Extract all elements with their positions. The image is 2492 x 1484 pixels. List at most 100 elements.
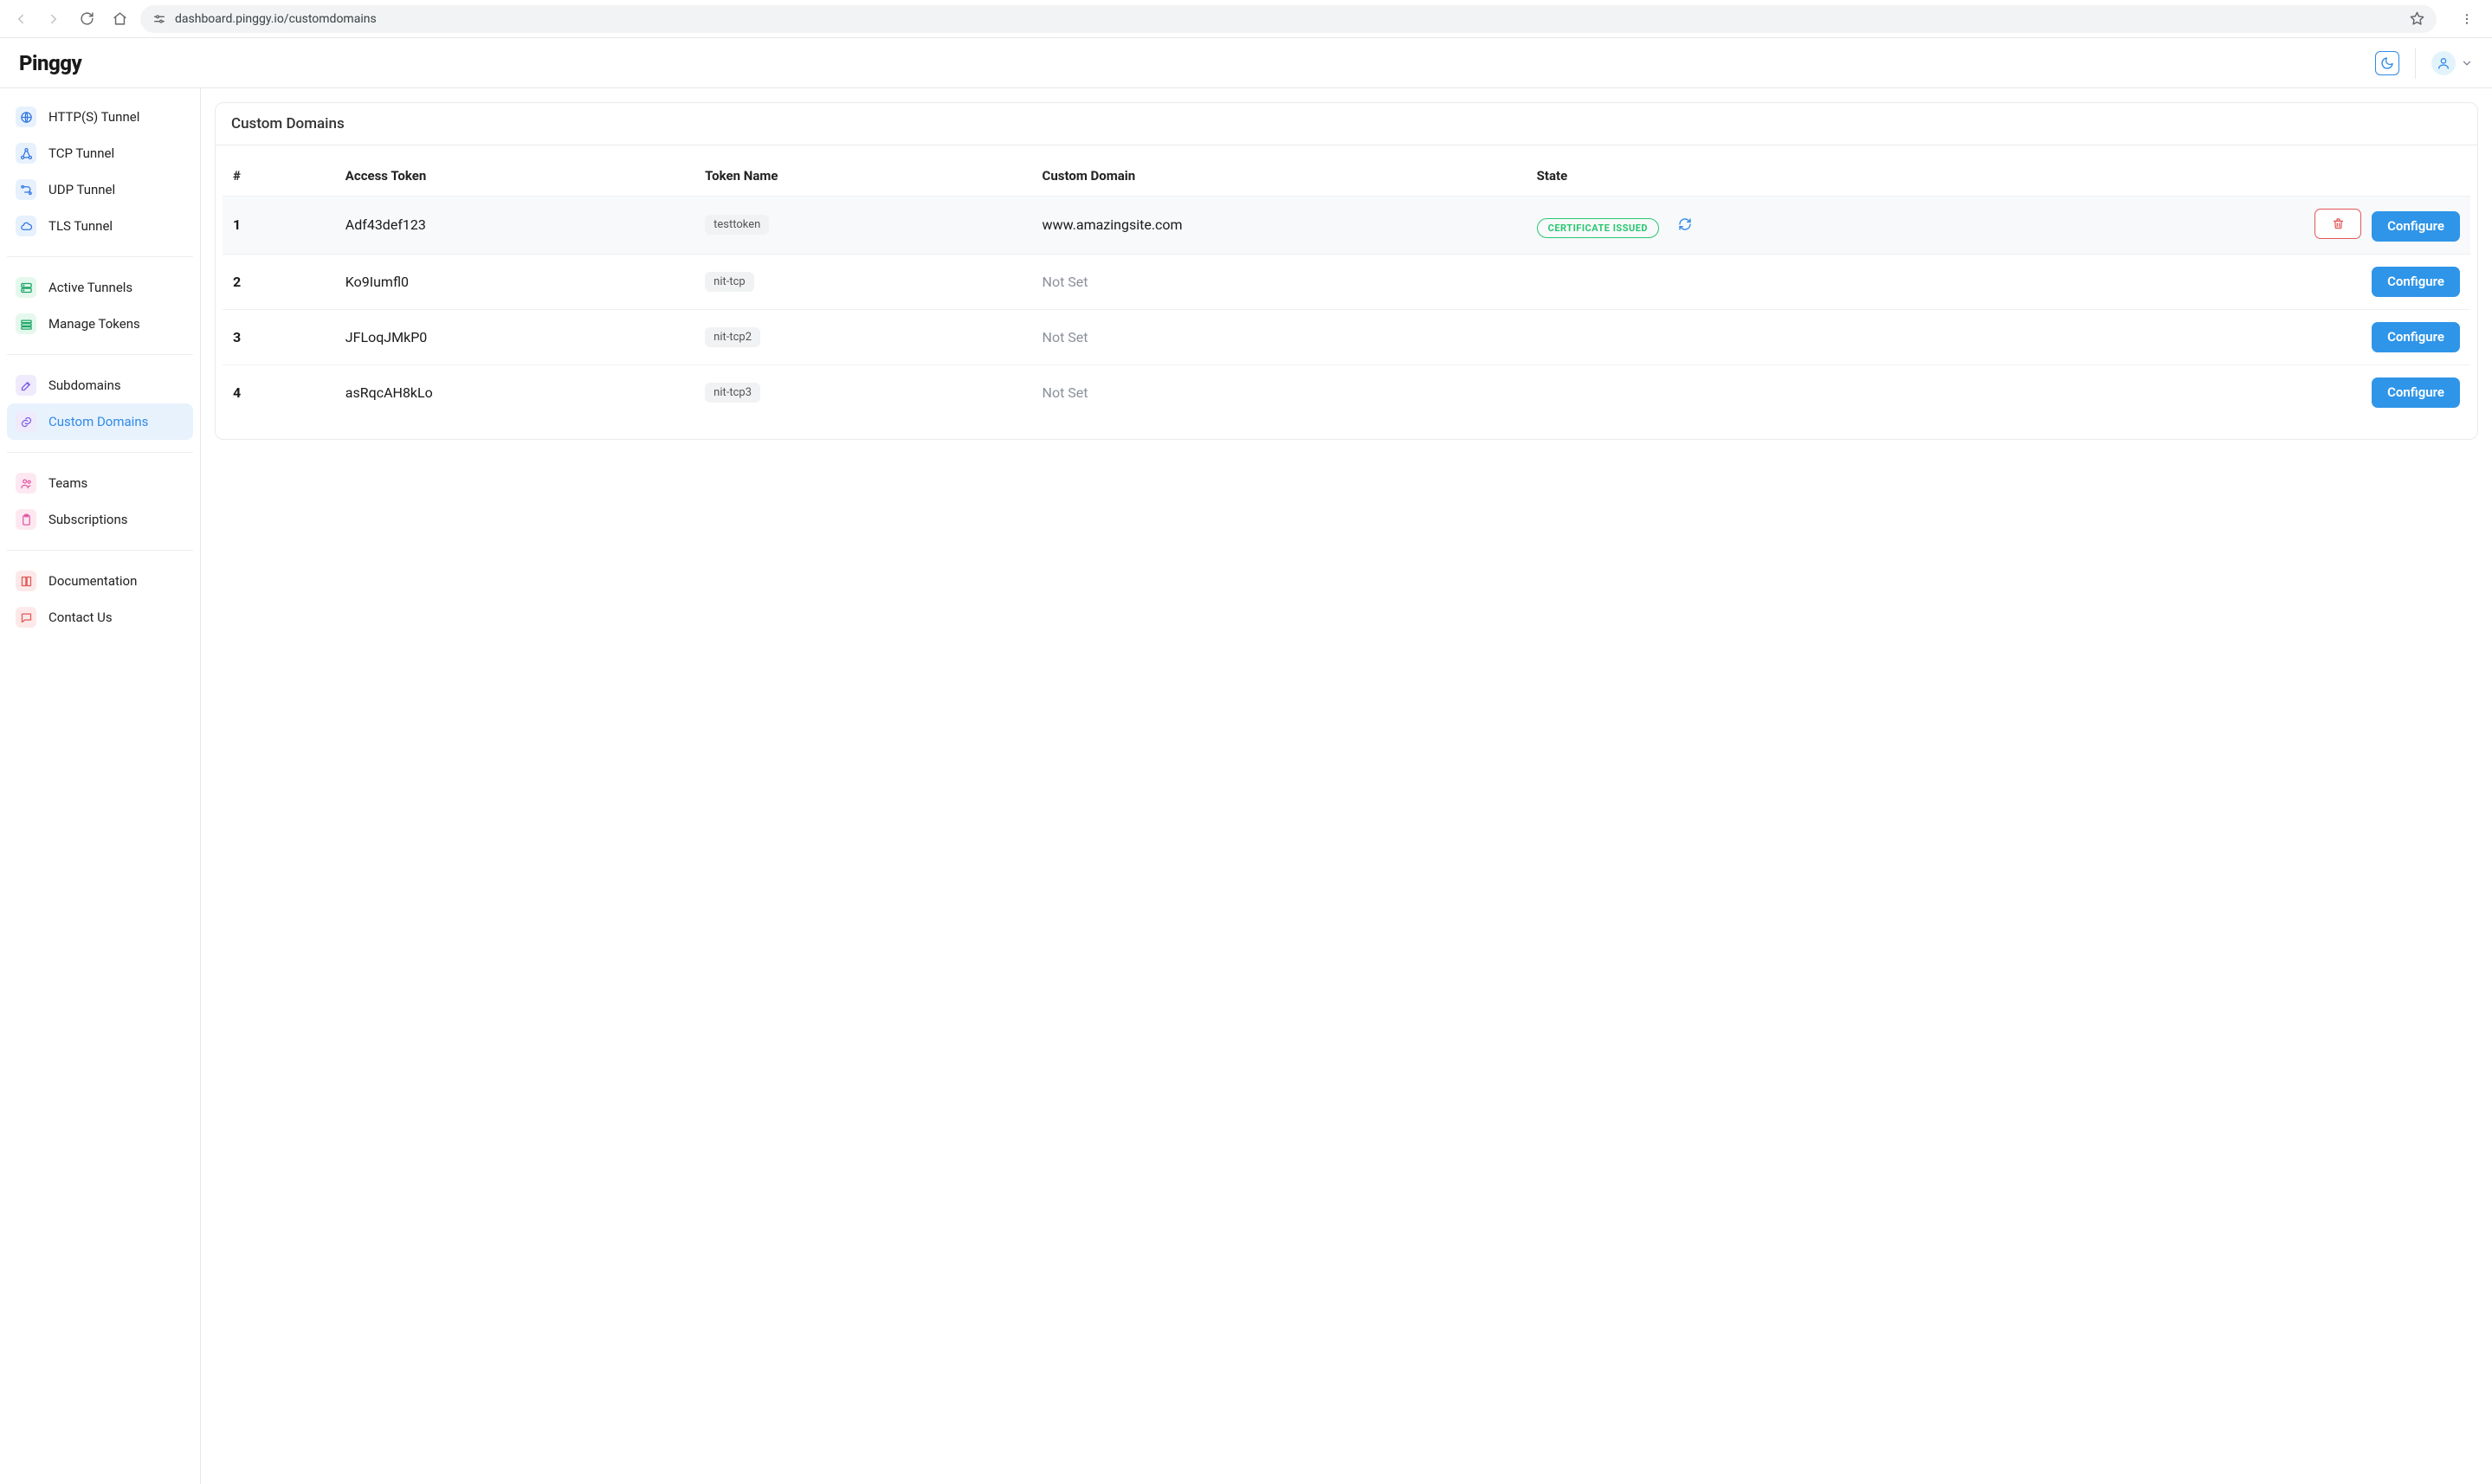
sidebar-item-label: Subscriptions <box>48 512 127 527</box>
col-index: # <box>223 161 335 197</box>
sidebar-item-label: TLS Tunnel <box>48 218 113 234</box>
token-name-badge: nit-tcp <box>705 272 754 292</box>
token-name-cell: nit-tcp3 <box>694 365 1031 420</box>
custom-domain-cell: Not Set <box>1032 365 1527 420</box>
trash-icon <box>2332 217 2345 230</box>
sidebar-item-label: TCP Tunnel <box>48 145 114 161</box>
row-index: 3 <box>223 309 335 365</box>
cloud-lock-icon <box>16 216 36 236</box>
sidebar-separator <box>7 452 193 453</box>
browser-chrome: dashboard.pinggy.io/customdomains <box>0 0 2492 38</box>
token-name-badge: nit-tcp2 <box>705 327 760 347</box>
sidebar-item-tcp-tunnel[interactable]: TCP Tunnel <box>7 135 193 171</box>
sidebar-item-custom-domains[interactable]: Custom Domains <box>7 403 193 440</box>
sidebar-item-subdomains[interactable]: Subdomains <box>7 367 193 403</box>
sidebar: HTTP(S) Tunnel TCP Tunnel UDP Tunnel TLS Tu… <box>0 88 201 1484</box>
bookmark-star-icon[interactable] <box>2410 11 2424 26</box>
brand-logo[interactable]: Pinggy <box>19 51 81 75</box>
configure-button[interactable]: Configure <box>2372 322 2460 352</box>
sidebar-item-active-tunnels[interactable]: Active Tunnels <box>7 269 193 306</box>
forward-button[interactable] <box>42 7 66 31</box>
theme-toggle-button[interactable] <box>2375 51 2399 75</box>
sidebar-item-http-s-tunnel[interactable]: HTTP(S) Tunnel <box>7 99 193 135</box>
custom-domain-cell: Not Set <box>1032 254 1527 309</box>
server-icon <box>16 277 36 298</box>
sidebar-item-tls-tunnel[interactable]: TLS Tunnel <box>7 208 193 244</box>
custom-domains-table: # Access Token Token Name Custom Domain … <box>223 161 2470 420</box>
token-name-cell: testtoken <box>694 197 1031 255</box>
reload-button[interactable] <box>74 7 99 31</box>
row-index: 1 <box>223 197 335 255</box>
delete-button[interactable] <box>2314 209 2361 239</box>
user-menu[interactable] <box>2431 51 2473 75</box>
message-icon <box>16 607 36 628</box>
token-name-badge: nit-tcp3 <box>705 383 760 403</box>
sidebar-item-label: Active Tunnels <box>48 280 132 295</box>
globe-icon <box>16 106 36 127</box>
sidebar-item-manage-tokens[interactable]: Manage Tokens <box>7 306 193 342</box>
state-cell <box>1527 254 1976 309</box>
url-text[interactable]: dashboard.pinggy.io/customdomains <box>175 12 2401 26</box>
table-row: 3JFLoqJMkP0 nit-tcp2 Not Set Configure <box>223 309 2470 365</box>
state-cell <box>1527 365 1976 420</box>
panel-title: Custom Domains <box>216 103 2477 145</box>
pencil-icon <box>16 375 36 396</box>
state-cell: CERTIFICATE ISSUED <box>1527 197 1976 255</box>
clipboard-icon <box>16 509 36 530</box>
actions-cell: Configure <box>1976 365 2470 420</box>
sidebar-item-label: HTTP(S) Tunnel <box>48 109 139 125</box>
table-row: 4asRqcAH8kLo nit-tcp3 Not Set Configure <box>223 365 2470 420</box>
sidebar-item-label: Subdomains <box>48 377 121 393</box>
refresh-icon <box>1678 217 1692 231</box>
col-token-name: Token Name <box>694 161 1031 197</box>
sidebar-item-label: Documentation <box>48 573 137 589</box>
col-actions <box>1976 161 2470 197</box>
home-button[interactable] <box>107 7 132 31</box>
book-icon <box>16 571 36 591</box>
sidebar-separator <box>7 256 193 257</box>
state-badge: CERTIFICATE ISSUED <box>1537 218 1659 238</box>
main-content: Custom Domains # Access Token Token Name… <box>201 88 2492 1484</box>
sidebar-item-documentation[interactable]: Documentation <box>7 563 193 599</box>
chevron-down-icon <box>2461 57 2473 69</box>
custom-domain-cell: Not Set <box>1032 309 1527 365</box>
back-button[interactable] <box>9 7 33 31</box>
divider <box>2415 48 2416 79</box>
table-row: 2Ko9Iumfl0nit-tcpNot SetConfigure <box>223 254 2470 309</box>
link-icon <box>16 411 36 432</box>
sidebar-item-subscriptions[interactable]: Subscriptions <box>7 501 193 538</box>
url-bar[interactable]: dashboard.pinggy.io/customdomains <box>140 5 2437 33</box>
sidebar-item-contact-us[interactable]: Contact Us <box>7 599 193 636</box>
configure-button[interactable]: Configure <box>2372 377 2460 408</box>
col-state: State <box>1527 161 1976 197</box>
refresh-button[interactable] <box>1673 212 1697 236</box>
table-row: 1Adf43def123testtokenwww.amazingsite.com… <box>223 197 2470 255</box>
not-set-label: Not Set <box>1043 274 1088 290</box>
actions-cell: Configure <box>1976 254 2470 309</box>
sidebar-item-label: Manage Tokens <box>48 316 140 332</box>
sidebar-item-label: Teams <box>48 475 87 491</box>
access-token-cell: JFLoqJMkP0 <box>335 309 694 365</box>
group-icon <box>16 473 36 494</box>
state-cell <box>1527 309 1976 365</box>
configure-button[interactable]: Configure <box>2372 211 2460 242</box>
row-index: 4 <box>223 365 335 420</box>
configure-button[interactable]: Configure <box>2372 267 2460 297</box>
site-controls-icon[interactable] <box>152 12 166 26</box>
actions-cell: Configure <box>1976 197 2470 255</box>
moon-icon <box>2380 56 2394 70</box>
token-name-cell: nit-tcp <box>694 254 1031 309</box>
sidebar-item-udp-tunnel[interactable]: UDP Tunnel <box>7 171 193 208</box>
sidebar-separator <box>7 354 193 355</box>
header-right <box>2375 48 2473 79</box>
browser-menu-button[interactable] <box>2454 6 2480 32</box>
custom-domains-panel: Custom Domains # Access Token Token Name… <box>215 102 2478 440</box>
actions-cell: Configure <box>1976 309 2470 365</box>
token-name-badge: testtoken <box>705 215 769 235</box>
access-token-cell: Ko9Iumfl0 <box>335 254 694 309</box>
sidebar-item-teams[interactable]: Teams <box>7 465 193 501</box>
app-header: Pinggy <box>0 38 2492 88</box>
network-icon <box>16 143 36 164</box>
access-token-cell: asRqcAH8kLo <box>335 365 694 420</box>
list-icon <box>16 313 36 334</box>
